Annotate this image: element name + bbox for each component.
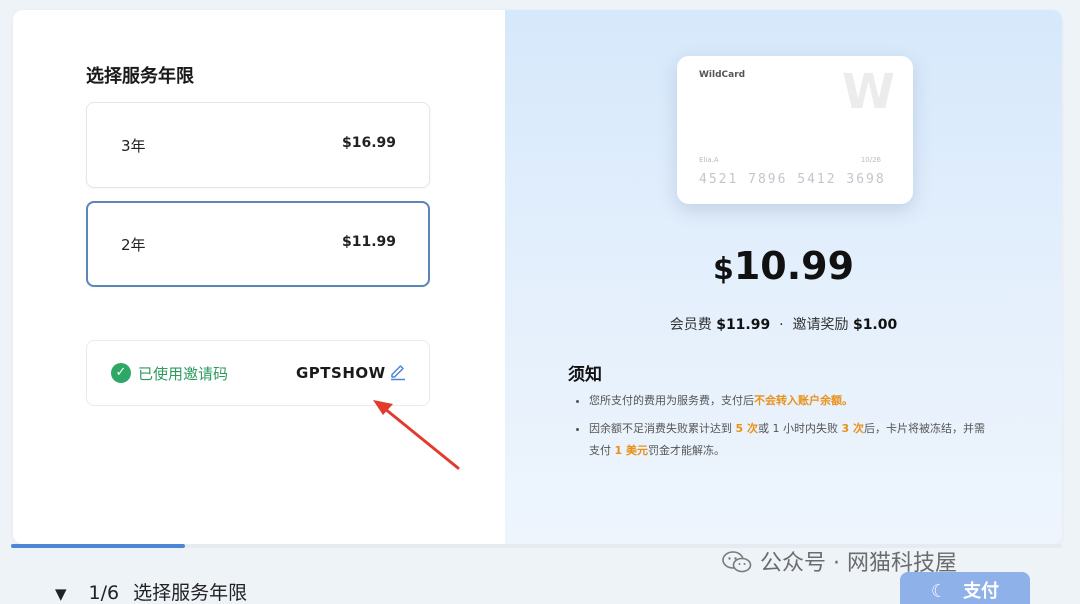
- reward-value: $1.00: [852, 317, 898, 333]
- total-amount: 10.99: [733, 244, 855, 288]
- card-holder: Elia.A: [699, 156, 719, 164]
- reward-label: 邀请奖励: [792, 317, 849, 333]
- plan-price: $11.99: [341, 234, 396, 250]
- summary-column: WildCard W Elia.A 10/26 4521 7896 5412 3…: [505, 10, 1062, 544]
- plan-name: 2年: [121, 236, 146, 254]
- card-number: 4521 7896 5412 3698: [699, 172, 886, 187]
- notice-item: 因余额不足消费失败累计达到 5 次或 1 小时内失败 3 次后，卡片将被冻结，并…: [589, 418, 995, 462]
- pencil-edit-icon[interactable]: [388, 361, 408, 381]
- card-expiry: 10/26: [860, 156, 881, 164]
- card-logo: W: [842, 64, 895, 120]
- notice-list: 您所支付的费用为服务费，支付后不会转入账户余额。 因余额不足消费失败累计达到 5…: [575, 390, 995, 468]
- check-circle-icon: ✓: [111, 363, 131, 383]
- virtual-card-preview: WildCard W Elia.A 10/26 4521 7896 5412 3…: [677, 56, 913, 204]
- invite-code-box: ✓ 已使用邀请码 GPTSHOW: [86, 340, 430, 406]
- plan-price: $16.99: [341, 135, 396, 151]
- payment-panel: 选择服务年限 3年 $16.99 2年 $11.99 ✓ 已使用邀请码 GPTS…: [13, 10, 1062, 544]
- fee-label: 会员费: [669, 317, 712, 333]
- invite-status-label: 已使用邀请码: [138, 365, 229, 383]
- page: 选择服务年限 3年 $16.99 2年 $11.99 ✓ 已使用邀请码 GPTS…: [0, 0, 1080, 604]
- notice-title: 须知: [568, 365, 602, 385]
- section-title: 选择服务年限: [86, 66, 194, 87]
- plan-name: 3年: [121, 137, 146, 155]
- notice-item: 您所支付的费用为服务费，支付后不会转入账户余额。: [589, 390, 995, 412]
- pay-label: 支付: [963, 581, 1000, 602]
- total-currency: $: [712, 252, 734, 287]
- price-breakdown: 会员费 $11.99 · 邀请奖励 $1.00: [505, 314, 1062, 334]
- step-number: 1/6: [88, 582, 120, 604]
- plan-option-3-year[interactable]: 3年 $16.99: [86, 102, 430, 188]
- wechat-icon: [722, 551, 752, 573]
- breakdown-separator: ·: [779, 317, 784, 333]
- step-indicator[interactable]: ▼ 1/6 选择服务年限: [55, 578, 247, 604]
- plan-column: 选择服务年限 3年 $16.99 2年 $11.99 ✓ 已使用邀请码 GPTS…: [13, 10, 505, 544]
- triangle-down-icon: ▼: [55, 585, 67, 603]
- step-label: 选择服务年限: [133, 582, 248, 604]
- red-arrow-annotation: [373, 400, 460, 470]
- invite-code-value: GPTSHOW: [296, 364, 386, 382]
- pay-button[interactable]: ☾ 支付: [900, 572, 1030, 604]
- card-brand: WildCard: [699, 70, 746, 80]
- loading-spinner-icon: ☾: [930, 581, 948, 602]
- fee-value: $11.99: [716, 317, 771, 333]
- step-progress-fill: [11, 544, 186, 548]
- plan-option-2-year-selected[interactable]: 2年 $11.99: [86, 201, 430, 287]
- total-price: $10.99: [505, 244, 1062, 288]
